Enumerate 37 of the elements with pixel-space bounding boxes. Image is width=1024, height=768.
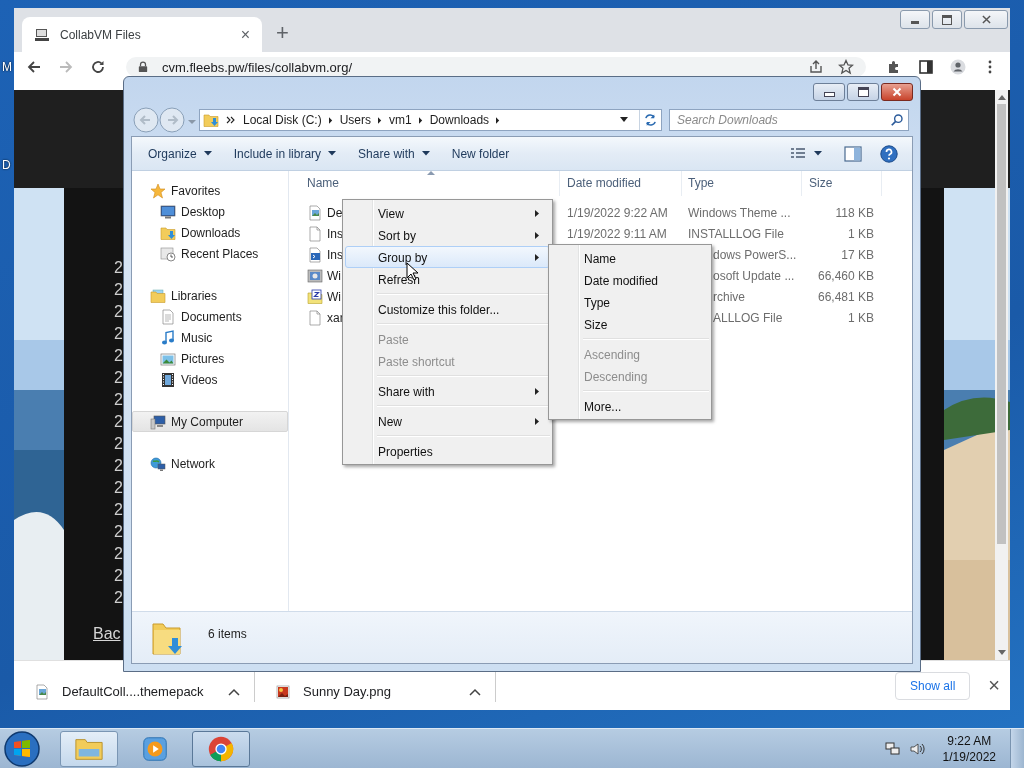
table-cell: osoft Update ... <box>713 268 795 283</box>
list-number: 2 <box>114 302 124 322</box>
status-text: 6 items <box>208 627 247 641</box>
list-number: 2 <box>114 368 124 388</box>
table-cell: dows PowerS... <box>713 247 797 262</box>
table-cell: 1/19/2022 9:22 AM <box>567 205 668 220</box>
list-number: 2 <box>114 434 124 454</box>
table-cell: 118 KB <box>835 205 874 220</box>
download-name: Sunny Day.png <box>303 684 392 699</box>
table-cell: 1 KB <box>848 310 874 325</box>
list-number: 2 <box>114 258 124 278</box>
table-cell: 66,481 KB <box>817 289 874 304</box>
url-text: cvm.fleebs.pw/files/collabvm.org/ <box>162 59 353 75</box>
download-name: DefaultColl....themepack <box>62 684 205 699</box>
list-number: 2 <box>114 522 124 542</box>
table-cell: 1/19/2022 9:11 AM <box>567 226 667 241</box>
list-number: 2 <box>114 500 124 520</box>
desktop-icon-label: M <box>2 60 12 74</box>
table-cell: rchive <box>713 289 745 304</box>
list-number: 2 <box>114 324 124 344</box>
table-cell: 1 KB <box>848 226 874 241</box>
list-number: 2 <box>114 390 124 410</box>
list-number: 2 <box>114 566 124 586</box>
table-cell: ALLLOG File <box>713 310 783 325</box>
table-cell: 17 KB <box>841 247 874 262</box>
table-cell: INSTALLLOG File <box>688 226 784 241</box>
list-number: 2 <box>114 280 124 300</box>
list-number: 2 <box>114 478 124 498</box>
tab-title: CollabVM Files <box>60 27 142 42</box>
table-cell: Windows Theme ... <box>688 205 791 220</box>
list-number: 2 <box>114 544 124 564</box>
list-number: 2 <box>114 346 124 366</box>
list-number: 2 <box>114 456 124 476</box>
list-number: 2 <box>114 412 124 432</box>
desktop-icon-label: D <box>2 158 12 172</box>
list-number: 2 <box>114 588 124 608</box>
table-cell: 66,460 KB <box>817 268 874 283</box>
